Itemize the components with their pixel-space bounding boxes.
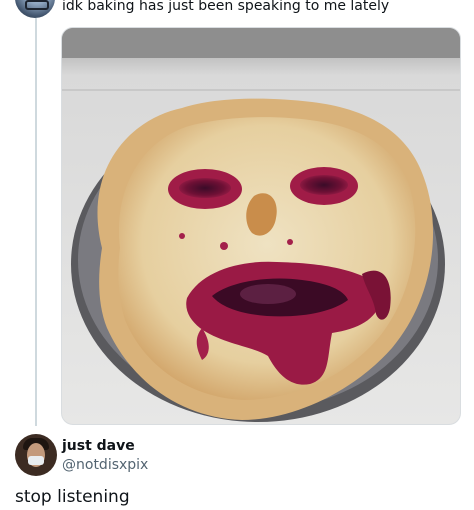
top-tweet-text: idk baking has just been speaking to me … <box>62 0 390 14</box>
reply-handle[interactable]: @notdisxpix <box>62 456 148 474</box>
thread-connector-line <box>35 18 37 426</box>
reply-tweet-text: stop listening <box>15 487 130 507</box>
tweet-photo[interactable] <box>61 27 461 425</box>
glasses-icon <box>25 0 49 10</box>
pie-photo-illustration <box>62 28 460 424</box>
reply-display-name[interactable]: just dave <box>62 437 135 455</box>
reply-user-avatar[interactable] <box>15 434 57 476</box>
face-mask-icon <box>28 456 44 465</box>
top-user-avatar[interactable] <box>15 0 55 18</box>
